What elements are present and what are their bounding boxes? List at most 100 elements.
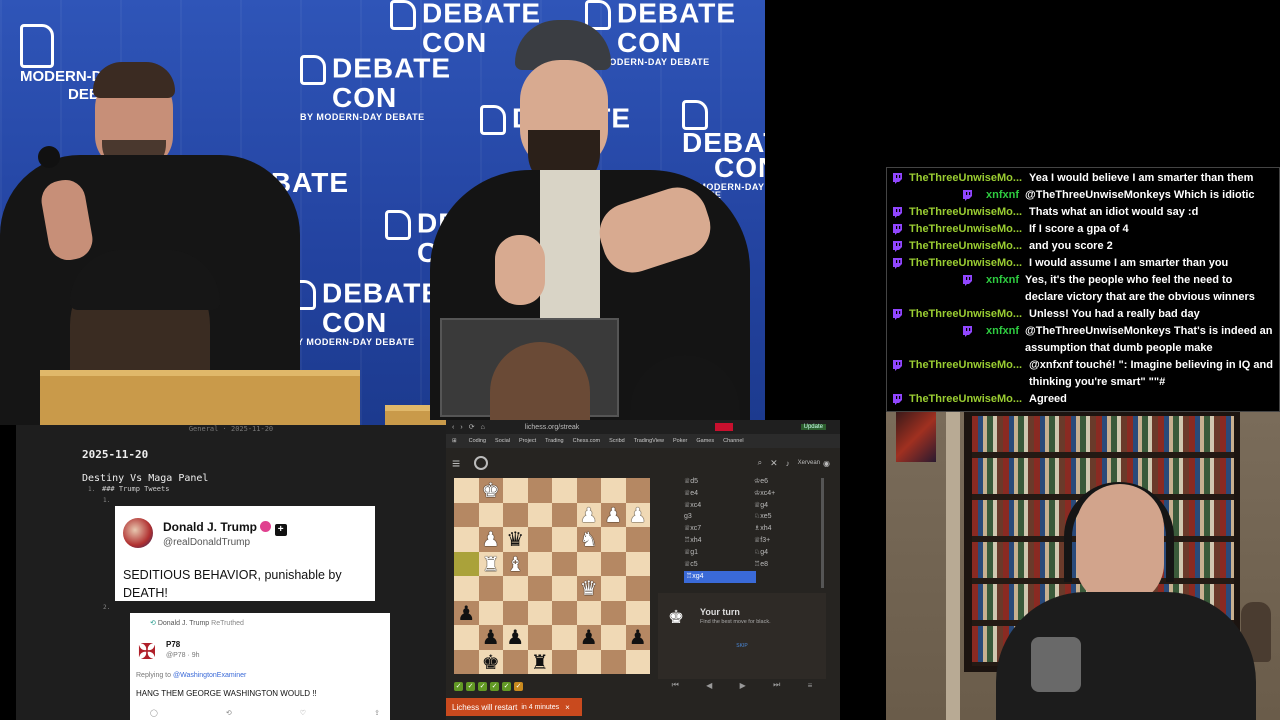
board-square[interactable] <box>552 576 577 601</box>
board-square[interactable] <box>552 649 577 674</box>
black-king-icon[interactable]: ♚ <box>482 652 500 672</box>
board-square[interactable] <box>454 527 479 552</box>
move-white[interactable]: ♖xh4 <box>684 535 754 547</box>
board-square[interactable] <box>527 600 552 625</box>
white-pawn-icon[interactable]: ♟ <box>580 505 598 525</box>
move-white[interactable]: ♕g1 <box>684 547 754 559</box>
board-square[interactable] <box>576 551 601 576</box>
black-pawn-icon[interactable]: ♟ <box>482 627 500 647</box>
board-square[interactable] <box>527 478 552 503</box>
chat-username[interactable]: TheThreeUnwiseMo... <box>903 357 1029 391</box>
board-square[interactable] <box>601 551 626 576</box>
board-square[interactable]: ♟ <box>601 502 626 527</box>
home-icon[interactable]: ⌂ <box>481 424 485 431</box>
chat-username[interactable]: xnfxnf <box>973 323 1025 357</box>
current-move[interactable]: ♖xg4 <box>684 571 756 584</box>
bookmark-item[interactable]: Scribd <box>609 438 625 444</box>
board-square[interactable] <box>552 600 577 625</box>
board-square[interactable] <box>625 576 650 601</box>
like-icon[interactable]: ♡ <box>300 709 306 717</box>
board-square[interactable]: ♟ <box>625 502 650 527</box>
board-square[interactable] <box>527 576 552 601</box>
tweet-card[interactable]: ⟲ Donald J. Trump ReTruthed ✠ P78 @P78 ·… <box>130 613 390 720</box>
bookmark-item[interactable]: Social <box>495 438 510 444</box>
forward-icon[interactable]: › <box>460 424 462 431</box>
board-square[interactable] <box>478 576 503 601</box>
prev-move-icon[interactable]: ◀ <box>706 681 712 690</box>
white-knight-icon[interactable]: ♞ <box>580 529 598 549</box>
reply-icon[interactable]: ◯ <box>150 709 158 717</box>
board-square[interactable] <box>601 625 626 650</box>
move-white[interactable]: ♕c5 <box>684 559 754 571</box>
board-square[interactable] <box>552 527 577 552</box>
bookmark-item[interactable]: Poker <box>673 438 687 444</box>
board-square[interactable] <box>625 551 650 576</box>
move-black[interactable]: ♗xh4 <box>754 523 824 535</box>
board-square[interactable] <box>625 600 650 625</box>
move-white[interactable]: g3 <box>684 511 754 523</box>
board-square[interactable] <box>454 625 479 650</box>
board-square[interactable]: ♟ <box>478 625 503 650</box>
board-square[interactable]: ♜ <box>478 551 503 576</box>
white-pawn-icon[interactable]: ♟ <box>604 505 622 525</box>
white-bishop-icon[interactable]: ♝ <box>506 554 524 574</box>
toast-close-icon[interactable]: × <box>565 703 570 712</box>
move-black[interactable]: ♔e6 <box>754 476 824 488</box>
board-square[interactable] <box>601 600 626 625</box>
board-square[interactable]: ♟ <box>625 625 650 650</box>
board-square[interactable] <box>625 478 650 503</box>
board-square[interactable] <box>527 625 552 650</box>
search-icon[interactable]: ⌕ <box>758 458 762 468</box>
bookmark-item[interactable]: Channel <box>723 438 744 444</box>
white-king-icon[interactable]: ♚ <box>482 480 500 500</box>
board-square[interactable] <box>454 576 479 601</box>
board-square[interactable]: ♟ <box>576 625 601 650</box>
board-square[interactable] <box>601 576 626 601</box>
board-square[interactable]: ♜ <box>527 649 552 674</box>
board-square[interactable] <box>454 551 479 576</box>
board-square[interactable] <box>625 527 650 552</box>
follow-icon[interactable]: + <box>274 524 287 536</box>
board-square[interactable]: ♛ <box>576 576 601 601</box>
bookmark-item[interactable]: TradingView <box>634 438 664 444</box>
chess-board[interactable]: ♚ ♟ ♟ ♟ ♟ ♛ ♞ ♜ ♝ ♛ ♟ ♟ ♟ ♟ ♟ ♚ ♜ <box>454 478 650 674</box>
bookmark-item[interactable]: Chess.com <box>573 438 601 444</box>
white-pawn-icon[interactable]: ♟ <box>482 529 500 549</box>
black-pawn-icon[interactable]: ♟ <box>629 627 647 647</box>
board-square[interactable] <box>601 527 626 552</box>
menu-icon[interactable]: ≡ <box>808 681 813 690</box>
board-square[interactable] <box>576 649 601 674</box>
back-icon[interactable]: ‹ <box>452 424 454 431</box>
move-white[interactable]: ♕d5 <box>684 476 754 488</box>
board-square[interactable] <box>454 478 479 503</box>
board-square[interactable] <box>625 649 650 674</box>
board-square[interactable] <box>576 478 601 503</box>
move-row[interactable]: ♕xc7 ♗xh4 <box>676 523 824 535</box>
move-row[interactable]: ♖xh4 ♕f3+ <box>676 535 824 547</box>
board-square[interactable] <box>503 600 528 625</box>
move-white[interactable]: ♕xc4 <box>684 500 754 512</box>
white-queen-icon[interactable]: ♛ <box>580 578 598 598</box>
board-square[interactable]: ♛ <box>503 527 528 552</box>
lichess-logo-icon[interactable] <box>474 456 489 470</box>
move-black[interactable]: ♘g4 <box>754 547 824 559</box>
move-black[interactable]: ♘xe5 <box>754 511 824 523</box>
white-pawn-icon[interactable]: ♟ <box>629 505 647 525</box>
board-square[interactable]: ♟ <box>454 600 479 625</box>
retruth-icon[interactable]: ⟲ <box>226 709 232 717</box>
board-square[interactable] <box>527 502 552 527</box>
move-row[interactable]: ♕g1 ♘g4 <box>676 547 824 559</box>
board-square[interactable] <box>601 478 626 503</box>
chat-username[interactable]: xnfxnf <box>973 272 1025 306</box>
first-move-icon[interactable]: ⏮ <box>672 680 679 690</box>
skip-button[interactable]: SKIP <box>658 643 826 649</box>
black-pawn-icon[interactable]: ♟ <box>457 603 475 623</box>
moves-scrollbar[interactable] <box>821 478 824 588</box>
board-square[interactable] <box>454 502 479 527</box>
board-square[interactable] <box>552 502 577 527</box>
board-square[interactable]: ♞ <box>576 527 601 552</box>
board-square[interactable] <box>478 600 503 625</box>
move-row[interactable]: ♕e4 ♔xc4+ <box>676 488 824 500</box>
reload-icon[interactable]: ⟳ <box>469 423 475 431</box>
restart-toast[interactable]: Lichess will restart in 4 minutes × <box>446 698 582 716</box>
